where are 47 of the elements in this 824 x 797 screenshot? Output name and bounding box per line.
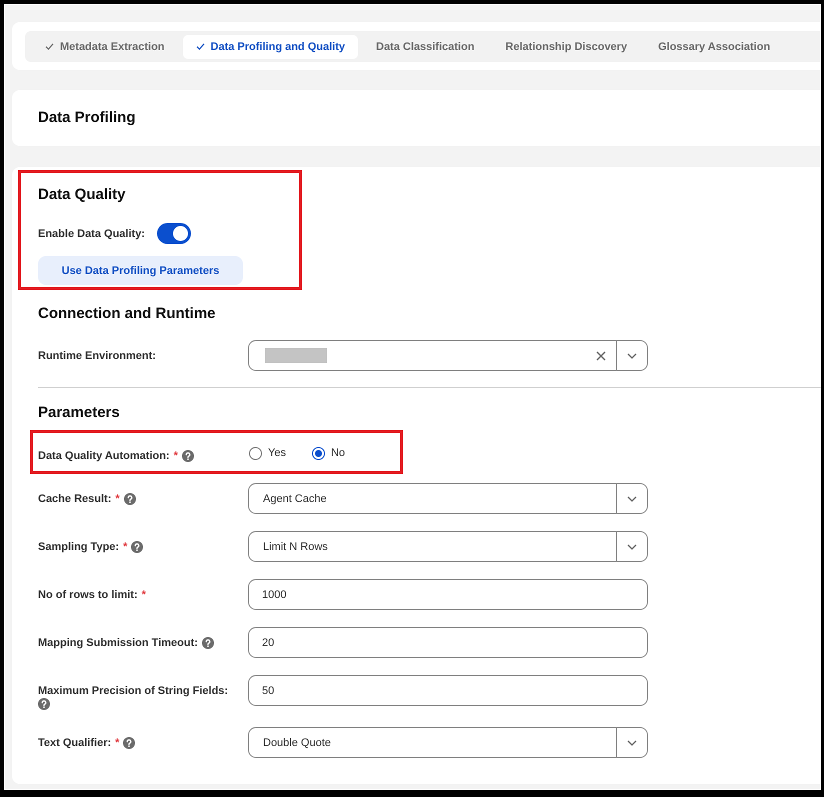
field-label: Mapping Submission Timeout: (38, 636, 198, 650)
help-icon[interactable] (131, 541, 144, 553)
section-title: Connection and Runtime (38, 304, 216, 324)
section-title: Data Profiling (38, 108, 136, 128)
toggle-switch[interactable] (156, 223, 191, 244)
tab[interactable]: Relationship Discovery (492, 34, 640, 58)
section-title: Data Quality (38, 185, 126, 205)
field-label: Maximum Precision of String Fields: (38, 684, 228, 698)
close-icon[interactable] (596, 350, 606, 360)
required-mark: * (115, 736, 120, 750)
help-icon[interactable] (182, 450, 194, 462)
field-label: Enable Data Quality: (38, 226, 145, 240)
field-label: Sampling Type: (38, 540, 120, 554)
field-label: Cache Result: (38, 492, 112, 506)
radio-button[interactable] (249, 446, 262, 460)
radio-option[interactable]: No (312, 446, 346, 460)
radio-button[interactable] (312, 446, 325, 460)
section-title: Parameters (38, 403, 120, 423)
required-mark: * (123, 540, 128, 554)
field-label: No of rows to limit: (38, 588, 138, 602)
select-field[interactable]: Limit N Rows (248, 531, 648, 562)
input-field[interactable]: 1000 (248, 579, 648, 610)
select-field[interactable]: Agent Cache (248, 483, 648, 514)
chevron-down-icon[interactable] (627, 352, 637, 358)
input-field[interactable]: 20 (248, 627, 648, 658)
radio-option[interactable]: Yes (249, 446, 286, 460)
parameters-button[interactable]: Use Data Profiling Parameters (38, 256, 243, 285)
chevron-down-icon[interactable] (627, 544, 637, 550)
chevron-down-icon[interactable] (627, 740, 637, 746)
input-field[interactable]: 50 (248, 675, 648, 706)
tab[interactable]: Glossary Association (645, 34, 784, 58)
tab[interactable]: Metadata Extraction (32, 34, 178, 58)
field-label: Data Quality Automation: (38, 449, 170, 463)
select-field[interactable] (248, 340, 648, 371)
required-mark: * (142, 588, 146, 602)
select-field[interactable]: Double Quote (248, 727, 648, 758)
help-icon[interactable] (123, 737, 136, 749)
field-label: Text Qualifier: (38, 736, 112, 750)
required-mark: * (115, 492, 120, 506)
help-icon[interactable] (202, 637, 214, 649)
field-label: Runtime Environment: (38, 349, 156, 363)
tab[interactable]: Data Profiling and Quality (182, 34, 358, 58)
help-icon[interactable] (38, 698, 50, 710)
required-mark: * (174, 449, 178, 463)
help-icon[interactable] (124, 493, 136, 505)
chevron-down-icon[interactable] (627, 496, 637, 502)
tab[interactable]: Data Classification (363, 34, 488, 58)
